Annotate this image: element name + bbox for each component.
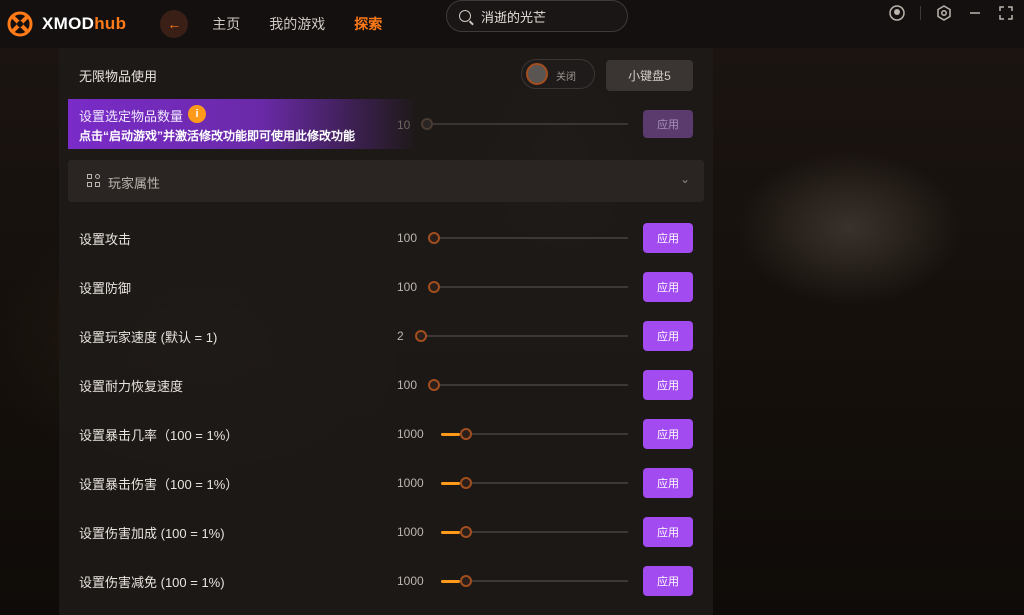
brand-name: XMODhub	[42, 14, 127, 33]
attribute-slider-row: 设置耐力恢复速度 100 应用	[59, 367, 713, 403]
attribute-value: 1000	[397, 476, 424, 490]
slider-track[interactable]	[421, 335, 628, 337]
attribute-value: 100	[397, 378, 418, 392]
slider-knob[interactable]	[459, 428, 472, 440]
attribute-slider-row: 设置玩家速度 (默认 = 1) 2 应用	[59, 318, 713, 354]
apply-button[interactable]: 应用	[643, 223, 693, 253]
attribute-label: 设置暴击伤害（100 = 1%）	[79, 476, 239, 492]
minimize-icon[interactable]	[967, 5, 983, 21]
nav-home[interactable]: 主页	[212, 14, 240, 34]
window-controls	[874, 0, 1014, 26]
info-icon[interactable]: i	[188, 105, 206, 123]
attribute-slider-row: 设置伤害加成 (100 = 1%) 1000 应用	[59, 514, 713, 550]
banner-message: 点击“启动游戏”并激活修改功能即可使用此修改功能	[79, 129, 356, 143]
item-count-slider-knob[interactable]	[421, 118, 433, 130]
apply-button[interactable]: 应用	[643, 566, 693, 596]
unlimited-items-toggle[interactable]: 关闭	[521, 59, 595, 89]
attribute-value: 1000	[397, 574, 424, 588]
apply-button[interactable]: 应用	[643, 419, 693, 449]
slider-knob[interactable]	[459, 575, 472, 587]
slider-fill	[441, 580, 460, 583]
xmod-logo-icon	[6, 10, 34, 38]
user-avatar-icon[interactable]	[889, 5, 905, 21]
control-divider	[920, 6, 921, 20]
attribute-value: 1000	[397, 427, 424, 441]
banner-title: 设置选定物品数量	[79, 109, 184, 124]
item-count-slider-track[interactable]	[427, 123, 628, 125]
fullscreen-icon[interactable]	[998, 5, 1014, 21]
activation-banner: 设置选定物品数量 i 点击“启动游戏”并激活修改功能即可使用此修改功能	[68, 99, 418, 149]
cheat-panel: 无限物品使用 关闭 小键盘5 设置选定物品数量 i 点击“启动游戏”并激活修改功…	[59, 48, 713, 615]
attribute-label: 设置攻击	[79, 231, 132, 247]
attribute-slider-row: 设置暴击几率（100 = 1%） 1000 应用	[59, 416, 713, 452]
slider-fill	[441, 433, 460, 436]
player-attributes-section[interactable]: 玩家属性 ⌄	[68, 160, 704, 202]
section-label: 玩家属性	[108, 176, 161, 191]
slider-fill	[441, 531, 460, 534]
attribute-label: 设置玩家速度 (默认 = 1)	[79, 329, 218, 345]
slider-track[interactable]	[434, 286, 628, 288]
attribute-label: 设置伤害加成 (100 = 1%)	[79, 525, 225, 541]
attribute-value: 100	[397, 231, 418, 245]
search-icon	[459, 10, 471, 22]
chevron-down-icon[interactable]: ⌄	[680, 172, 690, 186]
settings-icon[interactable]	[936, 5, 952, 21]
hotkey-button[interactable]: 小键盘5	[606, 60, 693, 91]
nav-explore[interactable]: 探索	[354, 14, 382, 34]
toggle-state-label: 关闭	[556, 72, 576, 83]
top-bar: XMODhub ← 主页 我的游戏 探索 消逝的光芒	[0, 0, 1024, 48]
attribute-slider-row: 设置伤害减免 (100 = 1%) 1000 应用	[59, 563, 713, 599]
attribute-label: 设置耐力恢复速度	[79, 378, 184, 394]
slider-knob[interactable]	[415, 330, 427, 342]
attribute-slider-row: 设置防御 100 应用	[59, 269, 713, 305]
slider-track[interactable]	[434, 237, 628, 239]
attribute-slider-row: 设置暴击伤害（100 = 1%） 1000 应用	[59, 465, 713, 501]
slider-track[interactable]	[434, 384, 628, 386]
attribute-label: 设置暴击几率（100 = 1%）	[79, 427, 239, 443]
back-arrow-icon: ←	[167, 16, 182, 32]
apply-button[interactable]: 应用	[643, 468, 693, 498]
slider-fill	[441, 482, 460, 485]
apply-button[interactable]: 应用	[643, 517, 693, 547]
search-input[interactable]: 消逝的光芒	[446, 0, 628, 32]
unlimited-items-label: 无限物品使用	[79, 68, 158, 84]
item-count-apply-button[interactable]: 应用	[643, 110, 693, 138]
attribute-value: 100	[397, 280, 418, 294]
nav-my-games[interactable]: 我的游戏	[269, 14, 325, 34]
app-logo[interactable]: XMODhub	[6, 10, 126, 38]
main-nav: 主页 我的游戏 探索	[212, 14, 411, 34]
slider-knob[interactable]	[428, 232, 440, 244]
unlimited-items-row: 无限物品使用 关闭 小键盘5	[59, 57, 713, 93]
attribute-label: 设置伤害减免 (100 = 1%)	[79, 574, 225, 590]
attribute-slider-row: 设置攻击 100 应用	[59, 220, 713, 256]
slider-knob[interactable]	[428, 281, 440, 293]
apply-button[interactable]: 应用	[643, 321, 693, 351]
apply-button[interactable]: 应用	[643, 272, 693, 302]
back-button[interactable]: ←	[160, 10, 189, 38]
attribute-value: 1000	[397, 525, 424, 539]
slider-knob[interactable]	[428, 379, 440, 391]
search-value: 消逝的光芒	[481, 9, 547, 25]
apply-button[interactable]: 应用	[643, 370, 693, 400]
grid-icon	[87, 174, 101, 188]
item-count-value: 10	[397, 118, 411, 132]
slider-knob[interactable]	[459, 477, 472, 489]
attribute-label: 设置防御	[79, 280, 132, 296]
slider-knob[interactable]	[459, 526, 472, 538]
attribute-value: 2	[397, 329, 404, 343]
toggle-knob	[526, 63, 548, 85]
